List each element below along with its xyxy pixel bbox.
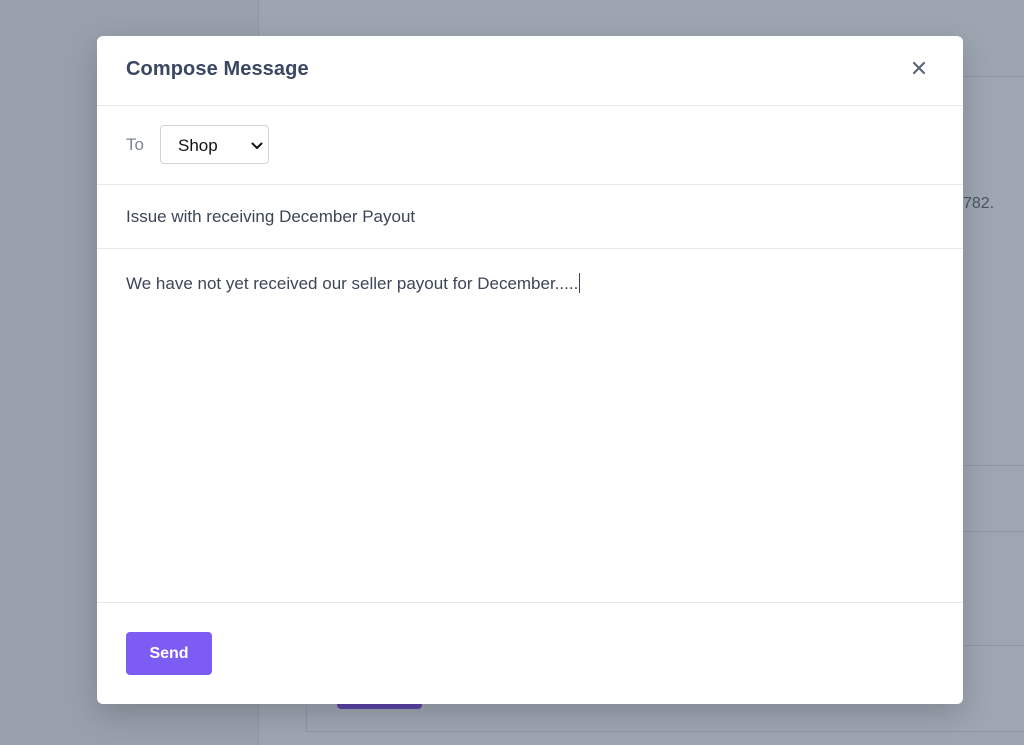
text-caret	[579, 273, 581, 293]
modal-header: Compose Message	[97, 36, 963, 106]
close-button[interactable]	[905, 56, 933, 84]
subject-field[interactable]: Issue with receiving December Payout	[97, 185, 963, 249]
message-body-text: We have not yet received our seller payo…	[126, 274, 579, 293]
chevron-down-icon	[250, 139, 264, 158]
to-label: To	[126, 135, 144, 154]
background-partial-text: 782.	[963, 195, 995, 212]
send-button[interactable]: Send	[126, 632, 212, 675]
subject-input[interactable]: Issue with receiving December Payout	[126, 207, 415, 227]
modal-footer: Send	[97, 603, 963, 704]
modal-title: Compose Message	[126, 58, 309, 80]
recipient-select-value: Shop	[178, 136, 218, 155]
close-icon	[911, 60, 927, 81]
message-body-input[interactable]: We have not yet received our seller payo…	[126, 273, 581, 294]
recipient-select[interactable]: Shop	[160, 125, 269, 164]
message-body-field[interactable]: We have not yet received our seller payo…	[97, 249, 963, 603]
compose-message-modal: Compose Message To Shop Issue with recei…	[97, 36, 963, 704]
recipient-row: To Shop	[97, 106, 963, 185]
